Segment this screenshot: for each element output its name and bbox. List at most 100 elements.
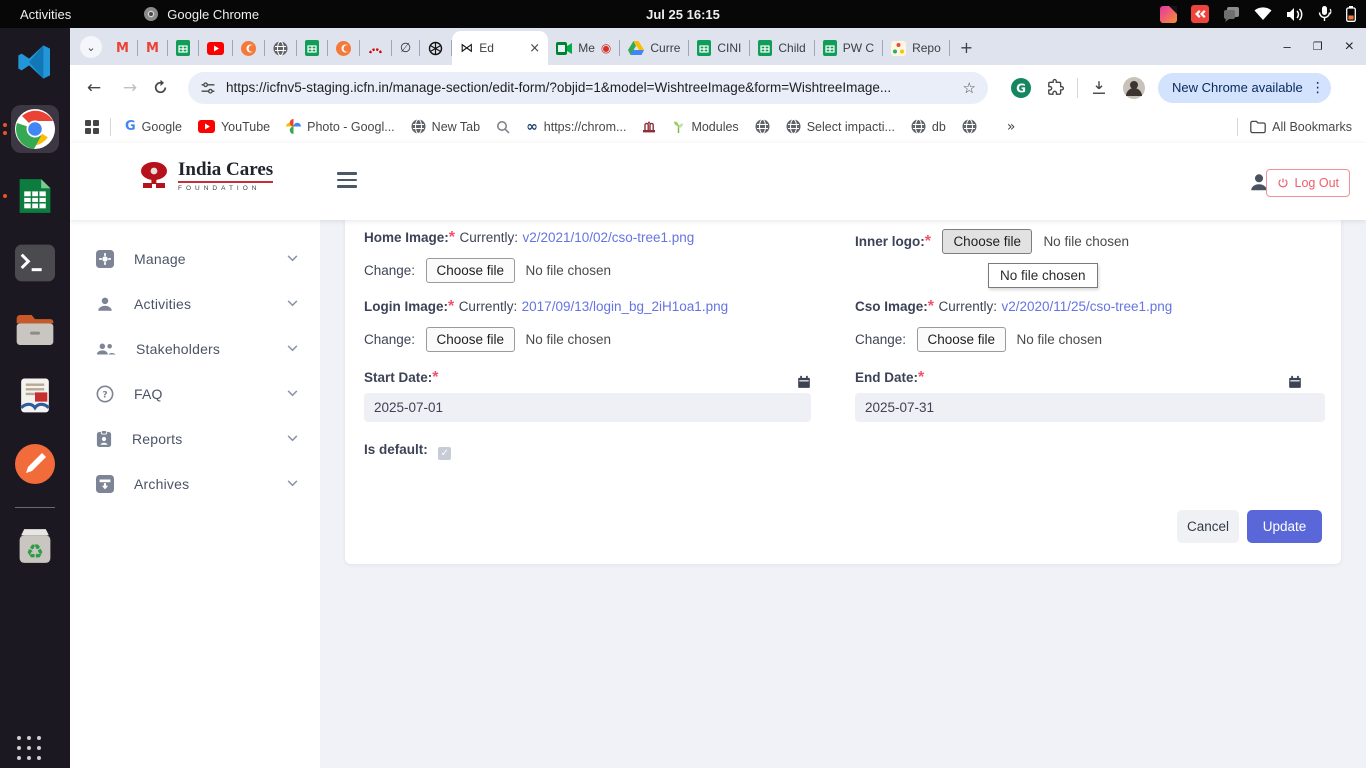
sidebar-item-archives[interactable]: Archives — [70, 461, 320, 506]
extensions-puzzle-icon[interactable] — [1046, 78, 1065, 97]
active-tab[interactable]: ⋈ Ed × — [452, 31, 548, 65]
dock-postman-icon[interactable] — [11, 440, 59, 488]
dock-files-icon[interactable] — [11, 306, 59, 354]
anydesk-icon[interactable] — [1191, 5, 1209, 23]
dock-vscode-icon[interactable] — [11, 38, 59, 86]
sidebar-item-activities[interactable]: Activities — [70, 281, 320, 326]
url-text[interactable]: https://icfnv5-staging.icfn.in/manage-se… — [226, 80, 955, 95]
sidebar-item-reports[interactable]: Reports — [70, 416, 320, 461]
tab-repo[interactable]: Repo — [883, 31, 949, 65]
new-tab-button[interactable]: + — [960, 38, 973, 57]
login-image-choose-file-button[interactable]: Choose file — [426, 327, 516, 352]
inner-logo-choose-file-button[interactable]: Choose file — [942, 229, 1032, 254]
edit-form-card: Edit WishtreeImage Home Image:* Currentl… — [345, 163, 1341, 564]
ubuntu-dock: ♻ — [0, 28, 70, 768]
chrome-update-pill[interactable]: New Chrome available ⋮ — [1158, 73, 1331, 103]
menu-dots-icon[interactable]: ⋮ — [1311, 80, 1325, 96]
dock-chrome-icon[interactable] — [11, 105, 59, 153]
pinned-tab-sheets[interactable] — [168, 33, 198, 63]
tab-search-button[interactable]: ⌄ — [80, 36, 102, 58]
bookmark-globe-dark[interactable] — [755, 119, 770, 134]
system-top-bar: Activities Google Chrome Jul 25 16:15 — [0, 0, 1366, 28]
brand-logo[interactable]: India Cares FOUNDATION — [138, 159, 273, 192]
pinned-tab-icf-orange[interactable] — [328, 33, 359, 63]
dock-terminal-icon[interactable] — [11, 239, 59, 287]
minimize-button[interactable]: – — [1284, 39, 1291, 54]
volume-icon[interactable] — [1286, 7, 1304, 22]
all-bookmarks-folder[interactable]: All Bookmarks — [1250, 120, 1352, 134]
pinned-tab-nullset[interactable]: ∅ — [392, 33, 419, 63]
hamburger-menu-icon[interactable] — [337, 172, 357, 188]
login-image-change-row: Change: Choose file No file chosen — [364, 327, 611, 352]
bookmark-star-icon[interactable]: ☆ — [963, 79, 976, 97]
downloads-icon[interactable] — [1090, 79, 1108, 97]
dock-document-viewer-icon[interactable] — [11, 373, 59, 421]
bookmark-photo-googl[interactable]: Photo - Googl... — [286, 119, 395, 134]
bookmark-monument[interactable] — [642, 120, 656, 133]
reload-button[interactable] — [152, 79, 180, 96]
forward-button[interactable]: → — [116, 78, 144, 98]
toolbox-icon[interactable] — [1160, 6, 1177, 23]
microphone-icon[interactable] — [1318, 6, 1332, 22]
site-settings-icon[interactable] — [200, 80, 216, 96]
pinned-tab-sheets[interactable] — [297, 33, 327, 63]
show-applications-button[interactable] — [17, 736, 41, 760]
restore-button[interactable]: ❐ — [1313, 40, 1323, 53]
bookmark-youtube[interactable]: YouTube — [198, 120, 270, 134]
cso-image-change-row: Change: Choose file No file chosen — [855, 327, 1102, 352]
close-button[interactable]: × — [1345, 38, 1354, 56]
tab-me[interactable]: Me◉ — [548, 31, 619, 65]
chat-icon[interactable] — [1223, 6, 1240, 22]
update-button[interactable]: Update — [1247, 510, 1322, 543]
system-tray[interactable] — [1160, 0, 1356, 28]
sidebar-item-manage[interactable]: Manage — [70, 236, 320, 281]
back-button[interactable]: ← — [80, 78, 108, 98]
tab-pw-c[interactable]: PW C — [815, 31, 882, 65]
tab-cini[interactable]: CINI — [689, 31, 749, 65]
bookmark-search[interactable] — [496, 120, 510, 134]
cso-image-current-link[interactable]: v2/2020/11/25/cso-tree1.png — [1001, 299, 1172, 314]
login-image-current-link[interactable]: 2017/09/13/login_bg_2iH1oa1.png — [522, 299, 728, 314]
bookmarks-overflow-chevron[interactable]: » — [1007, 119, 1016, 135]
pinned-tab-arc-red[interactable] — [360, 33, 391, 63]
wifi-icon[interactable] — [1254, 7, 1272, 21]
bookmark-globe-dark[interactable] — [962, 119, 977, 134]
profile-avatar[interactable] — [1122, 76, 1146, 100]
bookmark-https-chrom[interactable]: ∞https://chrom... — [526, 119, 626, 135]
battery-icon[interactable] — [1346, 6, 1356, 22]
clipboard-icon — [96, 430, 112, 448]
dock-trash-icon[interactable]: ♻ — [11, 522, 59, 570]
pinned-tab-openai[interactable] — [420, 33, 451, 63]
bookmark-select-impacti[interactable]: Select impacti... — [786, 119, 895, 134]
start-date-input[interactable]: 2025-07-01 — [364, 393, 811, 422]
pinned-tab-gmail[interactable]: M — [108, 33, 137, 63]
cancel-button[interactable]: Cancel — [1177, 510, 1239, 543]
start-date-calendar-icon[interactable] — [797, 375, 811, 389]
tab-curre[interactable]: Curre — [620, 31, 688, 65]
cso-image-choose-file-button[interactable]: Choose file — [917, 327, 1007, 352]
grammarly-extension-icon[interactable]: G — [1010, 77, 1032, 99]
brand-name: India Cares — [178, 159, 273, 183]
end-date-input[interactable]: 2025-07-31 — [855, 393, 1325, 422]
dock-libreoffice-calc-icon[interactable] — [11, 172, 59, 220]
bookmark-db[interactable]: db — [911, 119, 946, 134]
end-date-calendar-icon[interactable] — [1288, 375, 1302, 389]
sidebar-item-faq[interactable]: ?FAQ — [70, 371, 320, 416]
tab-close-icon[interactable]: × — [529, 41, 540, 56]
pinned-tab-globe-dark[interactable] — [265, 33, 296, 63]
logout-button[interactable]: Log Out — [1266, 169, 1350, 197]
apps-grid-icon[interactable] — [84, 119, 100, 135]
pinned-tab-icf-orange[interactable] — [233, 33, 264, 63]
pinned-tab-youtube[interactable] — [199, 33, 232, 63]
is-default-checkbox[interactable]: ✓ — [438, 447, 451, 460]
home-image-current-link[interactable]: v2/2021/10/02/cso-tree1.png — [522, 230, 694, 245]
pinned-tab-gmail[interactable]: M — [138, 33, 167, 63]
address-bar[interactable]: https://icfnv5-staging.icfn.in/manage-se… — [188, 72, 988, 104]
bookmark-modules[interactable]: Modules — [672, 120, 738, 134]
home-image-choose-file-button[interactable]: Choose file — [426, 258, 516, 283]
chrome-window: ⌄ MM ∅ ⋈ Ed × Me◉CurreCINIChildPW CRepo +… — [70, 28, 1366, 768]
bookmark-google[interactable]: GGoogle — [125, 119, 182, 134]
bookmark-new-tab[interactable]: New Tab — [411, 119, 480, 134]
tab-child[interactable]: Child — [750, 31, 813, 65]
sidebar-item-stakeholders[interactable]: Stakeholders — [70, 326, 320, 371]
